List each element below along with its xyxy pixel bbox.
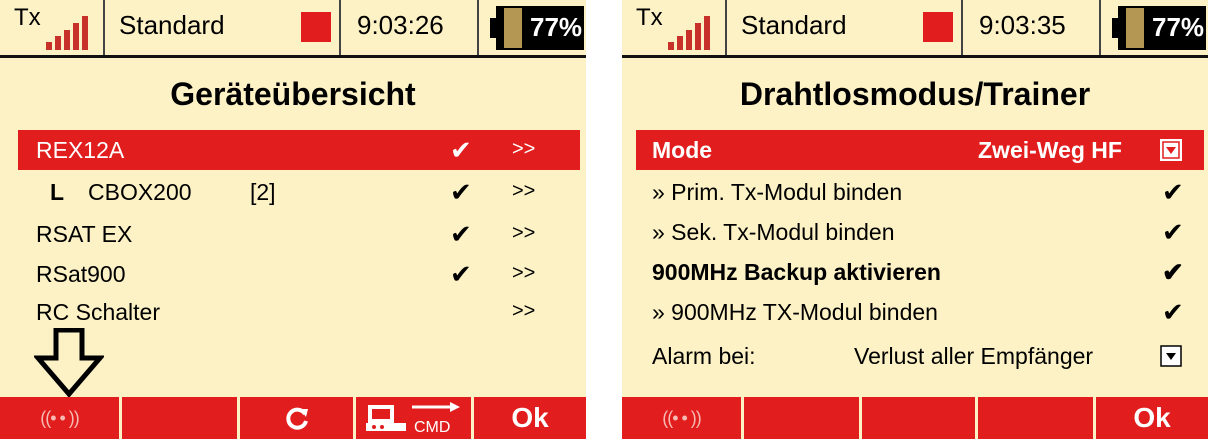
wireless-signal-icon: ((• • ))	[662, 407, 702, 428]
tree-branch-icon: L	[50, 179, 65, 205]
battery-level-fill	[1126, 8, 1144, 48]
status-bar: Tx Standard 9:03:35 77%	[622, 0, 1208, 58]
battery-percent: 77%	[530, 12, 583, 42]
check-icon: ✔	[1162, 257, 1184, 287]
signal-bars-icon	[668, 14, 720, 50]
device-row-rex12a[interactable]: REX12A ✔ >>	[18, 130, 580, 170]
device-index: [2]	[250, 179, 276, 205]
clock-cell: 9:03:35	[963, 0, 1101, 55]
signal-bars-icon	[46, 14, 98, 50]
refresh-icon	[285, 407, 308, 430]
check-icon: ✔	[1162, 297, 1184, 327]
dropdown-icon[interactable]	[1160, 345, 1182, 367]
bind-secondary-module-row[interactable]: » Sek. Tx-Modul binden ✔	[636, 212, 1204, 252]
device-name: CBOX200	[88, 179, 192, 205]
tx-signal-cell: Tx	[622, 0, 727, 55]
record-indicator-icon	[301, 12, 331, 42]
empty-softkey-2[interactable]	[744, 397, 862, 439]
record-indicator-icon	[923, 12, 953, 42]
bottom-button-bar: ((• • )) Ok	[622, 397, 1208, 439]
row-label: » Prim. Tx-Modul binden	[652, 179, 903, 205]
check-icon: ✔	[450, 177, 472, 207]
open-details-arrow[interactable]: >>	[512, 180, 535, 203]
status-bar: Tx Standard 9:03:26 77%	[0, 0, 586, 58]
wireless-mode-button[interactable]: ((• • ))	[0, 397, 122, 439]
check-icon: ✔	[450, 135, 472, 165]
bottom-button-bar: ((• • )) CMD Ok	[0, 397, 586, 439]
down-arrow-icon	[34, 328, 104, 398]
tx-label: Tx	[14, 4, 41, 31]
check-icon: ✔	[1162, 217, 1184, 247]
cmd-label: CMD	[414, 419, 450, 435]
device-row-cbox200[interactable]: L CBOX200 [2] ✔ >>	[18, 172, 580, 212]
open-details-arrow[interactable]: >>	[512, 138, 535, 161]
alarm-value: Verlust aller Empfänger	[854, 343, 1094, 369]
device-row-rsat-ex[interactable]: RSAT EX ✔ >>	[18, 214, 580, 254]
open-details-arrow[interactable]: >>	[512, 262, 535, 285]
bind-primary-module-row[interactable]: » Prim. Tx-Modul binden ✔	[636, 172, 1204, 212]
device-name: REX12A	[36, 137, 125, 163]
device-row-rsat900[interactable]: RSat900 ✔ >>	[18, 254, 580, 294]
page-title: Drahtlosmodus/Trainer	[739, 76, 1091, 112]
empty-softkey-2[interactable]	[122, 397, 240, 439]
mode-value: Zwei-Weg HF	[978, 137, 1122, 163]
open-details-arrow[interactable]: >>	[512, 222, 535, 245]
wireless-mode-button[interactable]: ((• • ))	[622, 397, 744, 439]
clock-time: 9:03:26	[357, 10, 444, 40]
backup-900mhz-row[interactable]: 900MHz Backup aktivieren ✔	[636, 252, 1204, 292]
tx-label: Tx	[636, 4, 663, 31]
clock-time: 9:03:35	[979, 10, 1066, 40]
battery-percent: 77%	[1152, 12, 1205, 42]
wireless-trainer-screen: Tx Standard 9:03:35 77% Drahtlosmodus/Tr…	[622, 0, 1208, 439]
profile-name: Standard	[741, 10, 847, 40]
empty-softkey-4[interactable]	[978, 397, 1096, 439]
empty-softkey-3[interactable]	[862, 397, 978, 439]
ok-button[interactable]: Ok	[474, 397, 586, 439]
refresh-button[interactable]	[240, 397, 356, 439]
dropdown-icon[interactable]	[1160, 139, 1182, 161]
device-overview-screen: Tx Standard 9:03:26 77% Geräteübersicht	[0, 0, 586, 439]
mode-row[interactable]: Mode Zwei-Weg HF	[636, 130, 1204, 170]
device-name: RC Schalter	[36, 299, 160, 325]
row-label: » Sek. Tx-Modul binden	[652, 219, 895, 245]
profile-cell: Standard	[105, 0, 341, 55]
device-row-rc-schalter[interactable]: RC Schalter >>	[18, 292, 580, 332]
profile-name: Standard	[119, 10, 225, 40]
alarm-label: Alarm bei:	[652, 343, 756, 369]
device-name: RSat900	[36, 261, 126, 287]
alarm-row[interactable]: Alarm bei: Verlust aller Empfänger	[636, 336, 1204, 376]
tx-signal-cell: Tx	[0, 0, 105, 55]
mode-label: Mode	[652, 137, 713, 163]
cmd-device-icon: CMD	[365, 402, 460, 435]
cmd-button[interactable]: CMD	[356, 397, 474, 439]
clock-cell: 9:03:26	[341, 0, 479, 55]
device-name: RSAT EX	[36, 221, 133, 247]
check-icon: ✔	[1162, 177, 1184, 207]
check-icon: ✔	[450, 259, 472, 289]
wireless-signal-icon: ((• • ))	[40, 407, 80, 428]
row-label: 900MHz Backup aktivieren	[652, 259, 941, 285]
ok-label: Ok	[1133, 402, 1171, 433]
ok-label: Ok	[511, 402, 549, 433]
bind-900mhz-module-row[interactable]: » 900MHz TX-Modul binden ✔	[636, 292, 1204, 332]
battery-level-fill	[504, 8, 522, 48]
check-icon: ✔	[450, 219, 472, 249]
page-title: Geräteübersicht	[170, 76, 416, 112]
row-label: » 900MHz TX-Modul binden	[652, 299, 938, 325]
open-details-arrow[interactable]: >>	[512, 300, 535, 323]
profile-cell: Standard	[727, 0, 963, 55]
ok-button[interactable]: Ok	[1096, 397, 1208, 439]
